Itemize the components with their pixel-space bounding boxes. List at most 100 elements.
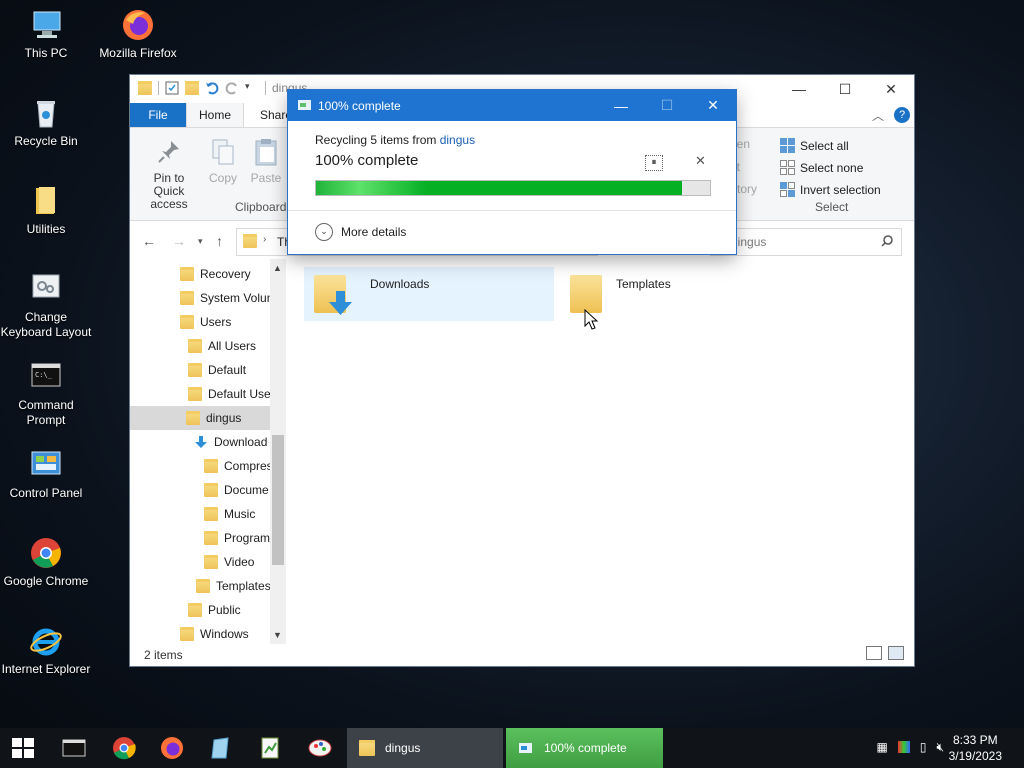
taskbar-app-6[interactable] [306, 734, 334, 762]
recycle-progress-dialog: 100% complete — ☐ ✕ Recycling 5 items fr… [288, 90, 736, 254]
tree-item-dingus[interactable]: dingus [130, 406, 285, 430]
tree-item-downloads[interactable]: Download [194, 430, 267, 454]
taskbar-chrome[interactable] [110, 734, 138, 762]
recent-locations-button[interactable]: ▾ [198, 236, 203, 247]
paste-button[interactable]: Paste [250, 138, 282, 185]
select-none-button[interactable]: Select none [780, 160, 863, 175]
copy-button[interactable]: Copy [208, 138, 238, 185]
desktop-icon-change-keyboard-layout[interactable]: Change Keyboard Layout [0, 272, 92, 340]
forward-button[interactable]: → [172, 233, 186, 249]
properties-icon[interactable] [165, 81, 179, 95]
tree-item-templates[interactable]: Templates [196, 574, 271, 598]
close-button[interactable]: ✕ [868, 75, 914, 103]
up-button[interactable]: ↑ [216, 233, 223, 249]
collapse-ribbon-icon[interactable]: ︿ [872, 107, 884, 124]
back-button[interactable]: ← [142, 233, 156, 249]
network-icon[interactable]: ▦ [876, 740, 887, 755]
folder-icon [188, 603, 202, 617]
start-button[interactable] [12, 738, 34, 758]
downloads-folder-icon [314, 275, 352, 315]
tree-item-default-user[interactable]: Default User [188, 382, 275, 406]
copy-icon [210, 138, 236, 166]
tree-item-video[interactable]: Video [204, 550, 254, 574]
tree-item-music[interactable]: Music [204, 502, 255, 526]
dialog-close-button[interactable]: ✕ [690, 90, 736, 121]
scrollbar-thumb[interactable] [272, 435, 284, 565]
source-folder-link[interactable]: dingus [440, 133, 475, 147]
scroll-down-icon[interactable]: ▼ [273, 630, 282, 640]
chevron-down-icon: ⌄ [315, 223, 333, 241]
progress-bar [315, 180, 711, 196]
tree-item-windows[interactable]: Windows [180, 622, 249, 644]
customize-qat-icon[interactable]: ▾ [245, 81, 259, 95]
tree-item-public[interactable]: Public [188, 598, 241, 622]
tree-item-compressed[interactable]: Compres [204, 454, 273, 478]
tree-item-recovery[interactable]: Recovery [180, 262, 251, 286]
folder-icon [188, 363, 202, 377]
more-details-button[interactable]: ⌄ More details [315, 223, 406, 241]
select-all-button[interactable]: Select all [780, 138, 849, 153]
desktop-icon-firefox[interactable]: Mozilla Firefox [92, 8, 184, 61]
folder-icon [204, 555, 218, 569]
firefox-icon [161, 737, 183, 759]
clipboard-group-label: Clipboard [235, 200, 287, 214]
desktop-icon-recycle-bin[interactable]: Recycle Bin [0, 96, 92, 149]
tree-item-users[interactable]: Users [180, 310, 231, 334]
tab-home[interactable]: Home [186, 103, 245, 127]
file-item-downloads[interactable]: Downloads [304, 267, 554, 321]
navigation-scrollbar[interactable]: ▲ ▼ [270, 259, 286, 644]
navigation-pane: Recovery System Volun Users All Users De… [130, 259, 285, 644]
desktop-icon-control-panel[interactable]: Control Panel [0, 448, 92, 501]
internet-explorer-icon [29, 624, 63, 658]
undo-icon[interactable] [205, 81, 219, 95]
clock[interactable]: 8:33 PM 3/19/2023 [949, 732, 1002, 764]
select-group-label: Select [815, 200, 849, 214]
desktop-icon-command-prompt[interactable]: C:\_ Command Prompt [0, 360, 92, 428]
search-input[interactable]: h dingus [710, 228, 902, 256]
tree-item-default[interactable]: Default [188, 358, 246, 382]
desktop-icon-utilities[interactable]: Utilities [0, 184, 92, 237]
taskbar-command-prompt[interactable] [60, 734, 88, 762]
taskbar-task-progress[interactable]: 100% complete [506, 728, 663, 768]
cancel-operation-button[interactable]: ✕ [695, 153, 706, 169]
usb-device-icon[interactable]: ▯ [920, 740, 927, 755]
pin-to-quick-access-button[interactable]: Pin to Quick access [138, 138, 200, 211]
select-none-icon [780, 160, 795, 175]
scroll-up-icon[interactable]: ▲ [273, 263, 282, 273]
volume-muted-icon[interactable]: 🔇︎ [936, 740, 944, 755]
tab-file[interactable]: File [130, 103, 186, 127]
percent-complete-text: 100% complete [315, 152, 419, 169]
taskbar-app-4[interactable] [207, 734, 235, 762]
desktop-icon-label: Internet Explorer [1, 662, 91, 676]
redo-icon[interactable] [225, 81, 239, 95]
large-icons-view-icon[interactable] [888, 646, 904, 660]
folder-icon [204, 483, 218, 497]
tree-item-all-users[interactable]: All Users [188, 334, 256, 358]
taskbar-task-explorer[interactable]: dingus [347, 728, 503, 768]
chrome-icon [29, 536, 63, 570]
pause-button[interactable]: ⏸ [645, 155, 663, 171]
color-app-icon[interactable] [897, 741, 910, 753]
new-folder-icon[interactable] [185, 81, 199, 95]
tree-item-documents[interactable]: Docume [204, 478, 269, 502]
desktop-icon-label: Utilities [26, 222, 66, 236]
progress-bar-fill [316, 181, 683, 195]
help-icon[interactable]: ? [894, 107, 910, 123]
divider [158, 81, 159, 95]
maximize-button[interactable]: ☐ [822, 75, 868, 103]
desktop-icon-internet-explorer[interactable]: Internet Explorer [0, 624, 92, 677]
dialog-minimize-button[interactable]: — [598, 90, 644, 121]
desktop-icon-label: Mozilla Firefox [99, 46, 177, 60]
details-view-icon[interactable] [866, 646, 882, 660]
tree-item-programs[interactable]: Program [204, 526, 270, 550]
desktop-icon-google-chrome[interactable]: Google Chrome [0, 536, 92, 589]
dialog-titlebar: 100% complete — ☐ ✕ [288, 90, 736, 121]
pin-icon [156, 138, 182, 166]
desktop-icon-label: Change Keyboard Layout [0, 310, 92, 339]
taskbar-firefox[interactable] [158, 734, 186, 762]
taskbar-app-5[interactable] [256, 734, 284, 762]
tree-item-system-volume[interactable]: System Volun [180, 286, 273, 310]
invert-selection-button[interactable]: Invert selection [780, 182, 881, 197]
desktop-icon-this-pc[interactable]: This PC [0, 8, 92, 61]
minimize-button[interactable]: — [776, 75, 822, 103]
